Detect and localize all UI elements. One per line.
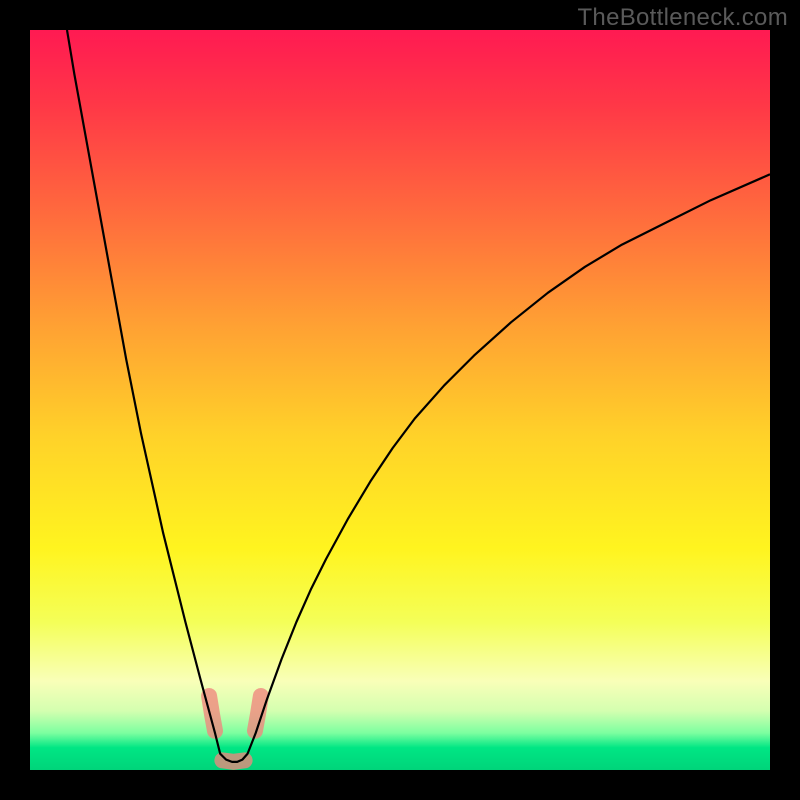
plot-area	[30, 30, 770, 770]
chart-svg	[30, 30, 770, 770]
watermark-text: TheBottleneck.com	[577, 4, 788, 32]
chart-frame: TheBottleneck.com	[0, 0, 800, 800]
gradient-background	[30, 30, 770, 770]
